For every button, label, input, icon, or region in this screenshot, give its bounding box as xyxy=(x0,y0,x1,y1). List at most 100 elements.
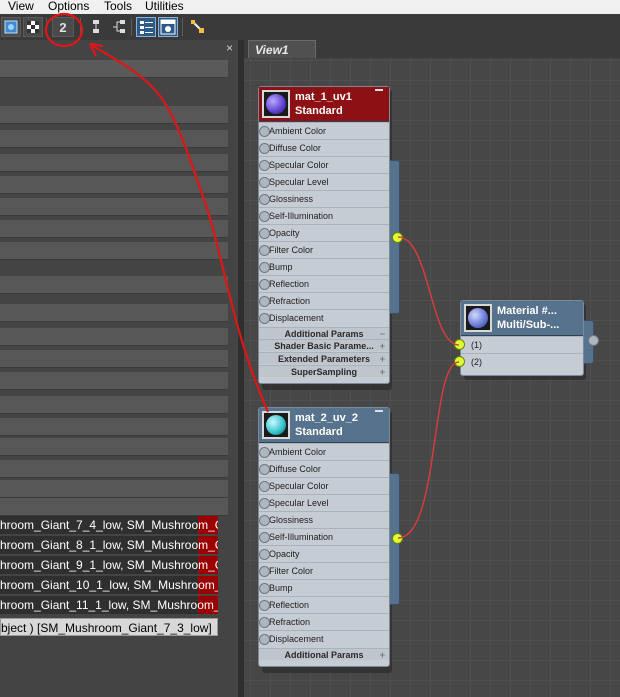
panel-row[interactable] xyxy=(0,396,228,414)
menu-view[interactable]: View xyxy=(8,0,34,14)
slot-sub-2[interactable]: (2) xyxy=(461,353,583,369)
two-views-icon[interactable]: 2 xyxy=(52,17,74,37)
slot-diffuse-color[interactable]: Diffuse Color xyxy=(259,460,389,476)
input-socket[interactable] xyxy=(454,339,465,350)
input-socket[interactable] xyxy=(259,634,270,645)
menu-utilities[interactable]: Utilities xyxy=(145,0,184,14)
panel-row[interactable] xyxy=(0,176,228,194)
slot-glossiness[interactable]: Glossiness xyxy=(259,190,389,206)
panel-row[interactable] xyxy=(0,498,228,516)
slot-ambient-color[interactable]: Ambient Color xyxy=(259,443,389,459)
slot-specular-color[interactable]: Specular Color xyxy=(259,477,389,493)
input-socket[interactable] xyxy=(259,177,270,188)
layout-down-icon[interactable] xyxy=(86,17,106,37)
checker-icon[interactable] xyxy=(23,17,43,37)
panel-row[interactable] xyxy=(0,438,228,456)
input-socket[interactable] xyxy=(259,245,270,256)
slot-filter-color[interactable]: Filter Color xyxy=(259,562,389,578)
pick-material-icon[interactable] xyxy=(188,17,208,37)
panel-row[interactable] xyxy=(0,130,228,148)
list-item[interactable]: hroom_Giant_9_1_low, SM_Mushroom_G... xyxy=(0,556,218,574)
input-socket[interactable] xyxy=(259,532,270,543)
output-socket[interactable] xyxy=(392,232,403,243)
panel-row[interactable] xyxy=(0,276,228,294)
input-socket[interactable] xyxy=(259,566,270,577)
grid-icon[interactable] xyxy=(1,17,21,37)
input-socket[interactable] xyxy=(259,160,270,171)
panel-row[interactable] xyxy=(0,220,228,238)
input-socket[interactable] xyxy=(259,583,270,594)
input-socket[interactable] xyxy=(259,211,270,222)
slot-reflection[interactable]: Reflection xyxy=(259,275,389,291)
slot-refraction[interactable]: Refraction xyxy=(259,613,389,629)
panel-header-bar[interactable] xyxy=(0,60,228,78)
slot-filter-color[interactable]: Filter Color xyxy=(259,241,389,257)
slot-specular-level[interactable]: Specular Level xyxy=(259,494,389,510)
slot-bump[interactable]: Bump xyxy=(259,258,389,274)
close-icon[interactable]: × xyxy=(226,42,238,54)
input-socket[interactable] xyxy=(259,617,270,628)
slot-specular-color[interactable]: Specular Color xyxy=(259,156,389,172)
input-socket[interactable] xyxy=(259,313,270,324)
input-socket[interactable] xyxy=(259,279,270,290)
panel-row[interactable] xyxy=(0,460,228,478)
node-header[interactable]: mat_1_uv1 Standard xyxy=(259,87,389,122)
input-socket[interactable] xyxy=(259,549,270,560)
menu-options[interactable]: Options xyxy=(48,0,89,14)
input-socket[interactable] xyxy=(259,194,270,205)
input-socket[interactable] xyxy=(259,126,270,137)
panel-row[interactable] xyxy=(0,328,228,346)
panel-row[interactable] xyxy=(0,154,228,172)
slot-self-illumination[interactable]: Self-Illumination xyxy=(259,207,389,223)
slot-displacement[interactable]: Displacement xyxy=(259,309,389,325)
panel-row[interactable] xyxy=(0,418,228,436)
rollout-supersampling[interactable]: SuperSampling + xyxy=(259,365,389,377)
node-header[interactable]: mat_2_uv_2 Standard xyxy=(259,408,389,443)
slot-displacement[interactable]: Displacement xyxy=(259,630,389,646)
layout-tree-icon[interactable] xyxy=(108,17,128,37)
slot-ambient-color[interactable]: Ambient Color xyxy=(259,122,389,138)
panel-row[interactable] xyxy=(0,372,228,390)
slot-self-illumination[interactable]: Self-Illumination xyxy=(259,528,389,544)
input-socket[interactable] xyxy=(259,447,270,458)
tab-view1[interactable]: View1 xyxy=(248,40,316,58)
input-socket[interactable] xyxy=(259,262,270,273)
input-socket[interactable] xyxy=(454,356,465,367)
input-socket[interactable] xyxy=(259,143,270,154)
list-item[interactable]: hroom_Giant_10_1_low, SM_Mushroom_... xyxy=(0,576,218,594)
rollout-extended-parameters[interactable]: Extended Parameters + xyxy=(259,352,389,364)
list-item[interactable]: hroom_Giant_7_4_low, SM_Mushroom_G... xyxy=(0,516,218,534)
minimize-icon[interactable] xyxy=(375,89,383,91)
input-socket[interactable] xyxy=(259,498,270,509)
slot-reflection[interactable]: Reflection xyxy=(259,596,389,612)
rollout-additional-params[interactable]: Additional Params + xyxy=(259,648,389,660)
rollout-shader-basic[interactable]: Shader Basic Parame... + xyxy=(259,339,389,351)
slot-diffuse-color[interactable]: Diffuse Color xyxy=(259,139,389,155)
slot-sub-1[interactable]: (1) xyxy=(461,336,583,352)
minimize-icon[interactable] xyxy=(375,410,383,412)
panel-row[interactable] xyxy=(0,198,228,216)
input-socket[interactable] xyxy=(259,464,270,475)
slot-refraction[interactable]: Refraction xyxy=(259,292,389,308)
sample-slots-icon[interactable] xyxy=(158,17,178,37)
panel-row[interactable] xyxy=(0,480,228,498)
output-socket[interactable] xyxy=(392,533,403,544)
list-item[interactable]: hroom_Giant_11_1_low, SM_Mushroom_... xyxy=(0,596,218,614)
slot-glossiness[interactable]: Glossiness xyxy=(259,511,389,527)
rollout-additional-params[interactable]: Additional Params − xyxy=(259,327,389,339)
panel-row[interactable] xyxy=(0,106,228,124)
input-socket[interactable] xyxy=(259,228,270,239)
menu-tools[interactable]: Tools xyxy=(104,0,132,14)
input-socket[interactable] xyxy=(259,600,270,611)
input-socket[interactable] xyxy=(259,515,270,526)
node-header[interactable]: Material #... Multi/Sub-... xyxy=(461,301,583,336)
output-socket[interactable] xyxy=(588,335,599,346)
panel-row[interactable] xyxy=(0,304,228,322)
slot-opacity[interactable]: Opacity xyxy=(259,545,389,561)
input-socket[interactable] xyxy=(259,296,270,307)
input-socket[interactable] xyxy=(259,481,270,492)
list-item[interactable]: hroom_Giant_8_1_low, SM_Mushroom_G... xyxy=(0,536,218,554)
panel-row[interactable] xyxy=(0,242,228,260)
slot-bump[interactable]: Bump xyxy=(259,579,389,595)
panel-row[interactable] xyxy=(0,350,228,368)
